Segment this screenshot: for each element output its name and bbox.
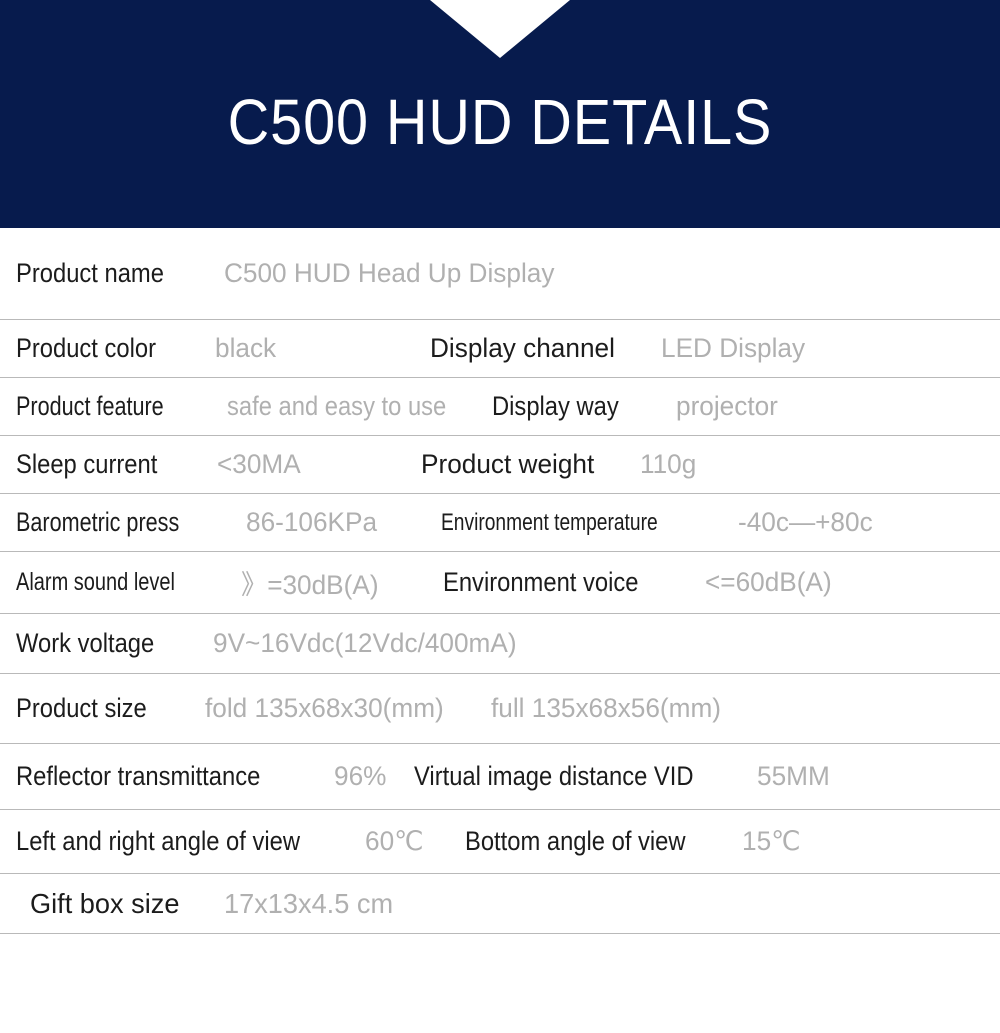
table-row: Product size fold 135x68x30(mm) full 135…	[0, 674, 1000, 744]
spec-value-gift-box-size: 17x13x4.5 cm	[224, 887, 394, 919]
spec-label-barometric-press: Barometric press	[16, 507, 180, 537]
spec-value-virtual-image-distance: 55MM	[757, 761, 831, 791]
table-row: Barometric press 86-106KPa Environment t…	[0, 494, 1000, 552]
spec-value-product-name: C500 HUD Head Up Display	[224, 258, 555, 288]
table-row: Alarm sound level 》=30dB(A) Environment …	[0, 552, 1000, 614]
spec-label-product-size: Product size	[16, 693, 147, 723]
spec-value-product-size-fold: fold 135x68x30(mm)	[204, 693, 444, 723]
specification-table: Product name C500 HUD Head Up Display Pr…	[0, 228, 1000, 934]
table-row: Gift box size 17x13x4.5 cm	[0, 874, 1000, 934]
spec-label-environment-temperature: Environment temperature	[441, 508, 658, 536]
table-row: Product color black Display channel LED …	[0, 320, 1000, 378]
spec-value-work-voltage: 9V~16Vdc(12Vdc/400mA)	[213, 628, 517, 658]
table-row: Work voltage 9V~16Vdc(12Vdc/400mA)	[0, 614, 1000, 674]
page-title: C500 HUD DETAILS	[227, 86, 773, 158]
spec-value-environment-temperature: -40c—+80c	[737, 507, 873, 537]
spec-label-product-weight: Product weight	[420, 449, 595, 479]
spec-value-sleep-current: <30MA	[216, 449, 301, 479]
spec-value-display-way: projector	[675, 391, 778, 421]
spec-label-sleep-current: Sleep current	[16, 449, 158, 479]
spec-value-display-channel: LED Display	[660, 333, 805, 363]
spec-label-environment-voice: Environment voice	[442, 567, 639, 597]
spec-label-left-right-angle-of-view: Left and right angle of view	[16, 826, 300, 856]
header-banner: C500 HUD DETAILS	[0, 0, 1000, 228]
spec-label-work-voltage: Work voltage	[16, 628, 155, 658]
spec-label-display-way: Display way	[491, 391, 619, 421]
table-row: Left and right angle of view 60℃ Bottom …	[0, 810, 1000, 874]
spec-label-product-color: Product color	[16, 333, 156, 363]
spec-value-product-weight: 110g	[639, 449, 696, 479]
spec-label-product-feature: Product feature	[16, 391, 164, 421]
spec-label-bottom-angle-of-view: Bottom angle of view	[465, 826, 686, 856]
table-row: Product name C500 HUD Head Up Display	[0, 228, 1000, 320]
spec-value-reflector-transmittance: 96%	[333, 761, 387, 791]
spec-label-virtual-image-distance: Virtual image distance VID	[413, 761, 694, 791]
spec-value-product-feature: safe and easy to use	[226, 391, 446, 421]
spec-label-alarm-sound-level: Alarm sound level	[16, 568, 175, 596]
spec-value-environment-voice: <=60dB(A)	[704, 567, 832, 597]
spec-value-left-right-angle-of-view: 60℃	[364, 826, 424, 856]
table-row: Product feature safe and easy to use Dis…	[0, 378, 1000, 436]
spec-label-product-name: Product name	[16, 258, 164, 288]
product-detail-page: C500 HUD DETAILS Product name C500 HUD H…	[0, 0, 1000, 1033]
spec-label-reflector-transmittance: Reflector transmittance	[16, 761, 261, 791]
table-row: Sleep current <30MA Product weight 110g	[0, 436, 1000, 494]
spec-value-bottom-angle-of-view: 15℃	[741, 826, 801, 856]
spec-label-gift-box-size: Gift box size	[30, 887, 180, 919]
spec-label-display-channel: Display channel	[430, 333, 616, 363]
table-row: Reflector transmittance 96% Virtual imag…	[0, 744, 1000, 810]
spec-value-product-size-full: full 135x68x56(mm)	[490, 693, 721, 723]
spec-value-barometric-press: 86-106KPa	[246, 507, 378, 537]
spec-value-alarm-sound-level: 》=30dB(A)	[240, 570, 379, 600]
spec-value-product-color: black	[215, 333, 277, 363]
